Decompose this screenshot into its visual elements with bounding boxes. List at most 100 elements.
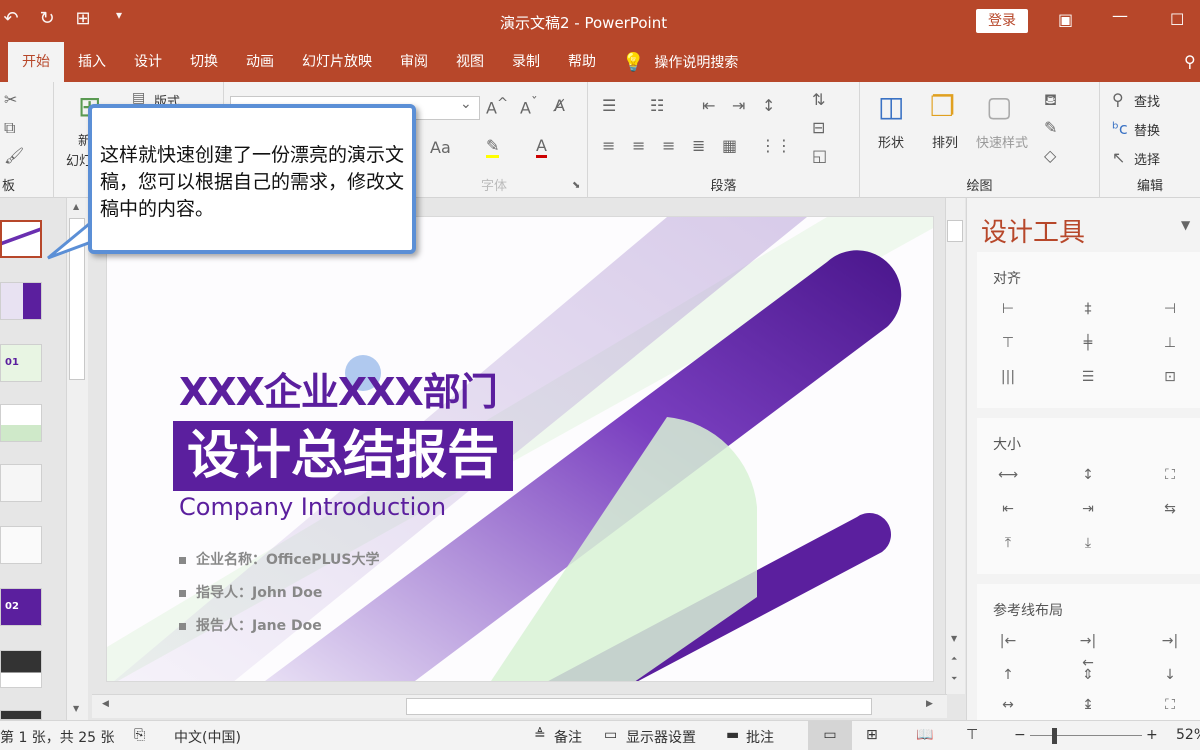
align-left-icon[interactable]: ⊢: [995, 298, 1021, 320]
slideshow-view-icon[interactable]: ⊤: [966, 727, 978, 743]
replace-icon[interactable]: ᵇc: [1112, 119, 1128, 138]
slide-canvas[interactable]: XXX企业XXX部门 设计总结报告 Company Introduction 企…: [106, 216, 934, 682]
undo-icon[interactable]: ↶: [0, 8, 22, 29]
select-icon[interactable]: ↖: [1112, 148, 1125, 167]
redo-icon[interactable]: ↻: [36, 8, 58, 29]
display-settings-button[interactable]: 显示器设置: [626, 727, 696, 747]
thumbnail-5[interactable]: [0, 464, 42, 502]
slide-title-line1[interactable]: XXX企业XXX部门: [179, 361, 498, 416]
zoom-level[interactable]: 52%: [1176, 727, 1200, 743]
smartart-icon[interactable]: ◱: [812, 146, 827, 165]
find-icon[interactable]: ⚲: [1112, 90, 1124, 109]
slide-bullet-3[interactable]: 报告人：Jane Doe: [179, 615, 322, 635]
select-button[interactable]: 选择: [1134, 149, 1160, 168]
same-size-icon[interactable]: ⛶: [1157, 464, 1183, 486]
find-button[interactable]: 查找: [1134, 91, 1160, 110]
thumbnail-8[interactable]: [0, 650, 42, 688]
scroll-down-icon[interactable]: ▼: [73, 704, 79, 713]
next-slide-icon[interactable]: ⏷: [951, 674, 957, 684]
share-icon[interactable]: ⚲: [1184, 52, 1196, 71]
format-painter-icon[interactable]: 🖌: [4, 146, 24, 165]
tab-help[interactable]: 帮助: [554, 42, 610, 82]
clear-format-icon[interactable]: A̸: [554, 96, 565, 115]
increase-indent-icon[interactable]: ⇥: [732, 96, 745, 115]
align-center-icon[interactable]: ‡: [1075, 298, 1101, 320]
quick-styles-icon[interactable]: ▢: [986, 90, 1012, 123]
text-direction-icon[interactable]: ⇅: [812, 90, 825, 109]
same-width-icon[interactable]: ⟷: [995, 464, 1021, 486]
minimize-icon[interactable]: —: [1112, 6, 1128, 25]
distributed-icon[interactable]: ▦: [722, 136, 737, 155]
tab-record[interactable]: 录制: [498, 42, 554, 82]
stretch-right-icon[interactable]: ⇥: [1075, 498, 1101, 520]
align-center-icon[interactable]: ≡: [632, 136, 645, 155]
thumbnail-7[interactable]: 02: [0, 588, 42, 626]
replace-button[interactable]: 替换: [1134, 120, 1160, 139]
shapes-icon[interactable]: ◫: [878, 90, 904, 123]
zoom-slider-thumb[interactable]: [1052, 728, 1057, 744]
scroll-thumb[interactable]: [947, 220, 963, 242]
swap-icon[interactable]: ⇆: [1157, 498, 1183, 520]
thumbnail-9[interactable]: [0, 710, 42, 720]
align-bottom-icon[interactable]: ⊥: [1157, 332, 1183, 354]
shape-fill-icon[interactable]: ⛾: [1044, 90, 1057, 111]
dialog-launcher-icon[interactable]: ⬊: [572, 180, 580, 191]
decrease-indent-icon[interactable]: ⇤: [702, 96, 715, 115]
notes-icon[interactable]: ≜: [534, 727, 546, 743]
tell-me-search[interactable]: 💡 操作说明搜索: [610, 52, 738, 73]
grow-font-icon[interactable]: A^: [486, 96, 508, 117]
tab-transitions[interactable]: 切换: [176, 42, 232, 82]
tab-review[interactable]: 审阅: [386, 42, 442, 82]
quick-styles-button[interactable]: 快速样式: [976, 132, 1028, 151]
shape-outline-icon[interactable]: ✎: [1044, 118, 1057, 137]
tab-home[interactable]: 开始: [8, 42, 64, 82]
thumbnail-3[interactable]: 01: [0, 344, 42, 382]
change-case-icon[interactable]: Aa: [430, 138, 451, 157]
distribute-horizontal-icon[interactable]: |||: [995, 366, 1021, 388]
guide-bottom-icon[interactable]: ↓: [1157, 664, 1183, 686]
thumbnail-6[interactable]: [0, 526, 42, 564]
guide-center-h-icon[interactable]: ⇕: [1075, 664, 1101, 686]
align-right-icon[interactable]: ≡: [662, 136, 675, 155]
line-spacing-icon[interactable]: ↕: [762, 96, 775, 115]
slide-vertical-scrollbar[interactable]: ▼ ⏶ ⏷: [945, 198, 965, 694]
slide-sorter-icon[interactable]: ⊞: [866, 727, 878, 743]
guide-frame-icon[interactable]: ⛶: [1157, 694, 1183, 716]
shape-effects-icon[interactable]: ◇: [1044, 146, 1056, 165]
scroll-left-icon[interactable]: ◀: [102, 699, 109, 709]
same-height-icon[interactable]: ↕: [1075, 464, 1101, 486]
ribbon-display-icon[interactable]: ▣: [1058, 10, 1073, 29]
slide-horizontal-scrollbar[interactable]: ◀ ▶: [92, 694, 947, 718]
arrange-button[interactable]: 排列: [932, 132, 958, 151]
notes-button[interactable]: 备注: [554, 727, 582, 747]
stretch-top-icon[interactable]: ⤒: [995, 532, 1021, 554]
reading-view-icon[interactable]: 📖: [916, 727, 933, 743]
slide-counter[interactable]: 第 1 张，共 25 张: [0, 727, 115, 747]
thumbnail-4[interactable]: [0, 404, 42, 442]
comments-button[interactable]: 批注: [746, 727, 774, 747]
comments-icon[interactable]: ▬: [726, 727, 739, 743]
guide-top-icon[interactable]: ↑: [995, 664, 1021, 686]
scroll-right-icon[interactable]: ▶: [926, 699, 933, 709]
scroll-down-icon[interactable]: ▼: [951, 634, 957, 643]
guide-center-v-icon[interactable]: →|←: [1075, 630, 1101, 671]
language-status[interactable]: 中文(中国): [174, 727, 241, 747]
scroll-thumb[interactable]: [406, 698, 872, 715]
guide-left-icon[interactable]: |←: [995, 630, 1021, 652]
display-settings-icon[interactable]: ▭: [604, 727, 617, 743]
normal-view-icon[interactable]: ▭: [808, 721, 852, 750]
cut-icon[interactable]: ✂: [4, 90, 17, 109]
login-button[interactable]: 登录: [976, 9, 1028, 33]
slide-bullet-2[interactable]: 指导人：John Doe: [179, 582, 322, 602]
columns-icon[interactable]: ⋮⋮: [760, 136, 792, 155]
distribute-vertical-icon[interactable]: ☰: [1075, 366, 1101, 388]
previous-slide-icon[interactable]: ⏶: [951, 654, 957, 664]
maximize-icon[interactable]: ☐: [1170, 10, 1184, 29]
tab-design[interactable]: 设计: [120, 42, 176, 82]
guide-hspace-icon[interactable]: ↔: [995, 694, 1021, 716]
numbering-icon[interactable]: ☷: [650, 96, 664, 115]
highlight-icon[interactable]: ✎: [486, 136, 500, 158]
thumbnail-1[interactable]: [0, 220, 42, 258]
stretch-left-icon[interactable]: ⇤: [995, 498, 1021, 520]
thumbnail-2[interactable]: [0, 282, 42, 320]
